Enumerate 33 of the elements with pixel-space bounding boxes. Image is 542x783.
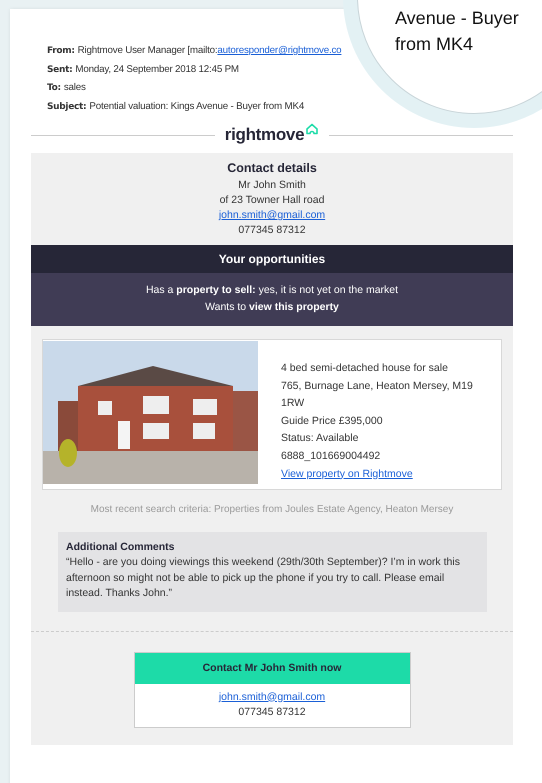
field-label: Sent: [47,64,72,74]
opportunity-text: Wants to view this property [204,300,340,315]
comments-text: “Hello - are you doing viewings this weekend (29th/30th September)? I’m in work this afternoon so might not be able to pick up the phone if you try to call. Please email instead. Thanks John.” [66,555,461,601]
contact-address: of 23 Towner Hall road [218,193,326,208]
field-value: Monday, 24 September 2018 12:45 PM [75,64,239,74]
property-detail: Status: Available [281,431,360,446]
field-value: sales [64,82,86,93]
property-detail: Guide Price £395,000 [281,414,384,429]
email-link[interactable]: autoresponder@rightmove.co [217,45,342,56]
property-link[interactable]: View property on Rightmove [281,468,413,480]
comments-heading: Additional Comments [66,541,176,553]
email-link[interactable]: john.smith@gmail.com [218,209,326,221]
contact-phone: 077345 87312 [237,704,307,720]
contact-name: Mr John Smith [237,178,307,193]
search-criteria-text: Most recent search criteria: Properties from Joules Estate Agency, Heaton Mersey [90,503,454,515]
opportunity-text: Has a property to sell: yes, it is not yet on the market [144,283,400,298]
property-detail: 6888_101669004492 [281,448,382,464]
rightmove-logo: rightmove [224,125,304,145]
property-detail: 4 bed semi-detached house for sale [281,361,449,376]
house-icon [305,123,320,135]
field-label: From: [47,46,75,56]
magnified-text: from MK4 [395,33,474,56]
section-heading: Your opportunities [31,245,513,273]
property-detail: 765, Burnage Lane, Heaton Mersey, M19 1RW [281,378,474,412]
field-label: Subject: [47,102,86,112]
field-value: Potential valuation: Kings Avenue - Buyer from MK4 [89,100,304,112]
email-link[interactable]: john.smith@gmail.com [218,690,326,702]
magnified-text: Avenue - Buyer [395,7,520,30]
field-value: Rightmove User Manager [mailto: [78,45,218,56]
section-heading: Contact details [226,161,318,175]
contact-box-header: Contact Mr John Smith now [134,652,410,684]
field-label: To: [47,83,61,93]
contact-phone: 077345 87312 [237,223,307,238]
